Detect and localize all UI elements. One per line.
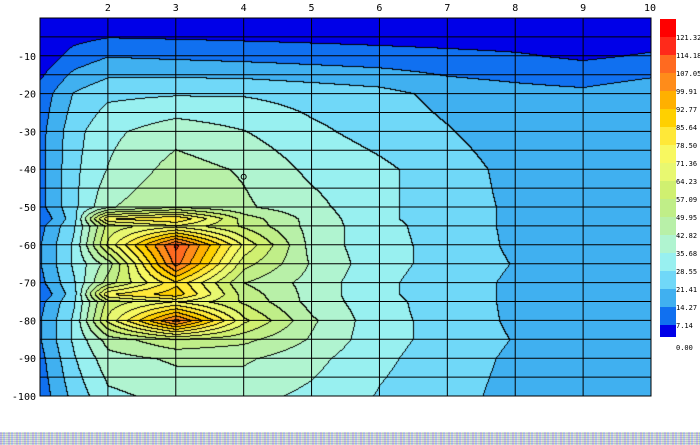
colorbar-label: 49.95 [676,214,697,222]
colorbar-label: 85.64 [676,124,697,132]
colorbar-label: 14.27 [676,304,697,312]
colorbar-label: 57.09 [676,196,697,204]
colorbar-swatch [660,253,676,271]
colorbar-label: 78.50 [676,142,697,150]
colorbar-swatch [660,289,676,307]
y-tick-label: -90 [18,354,36,365]
y-tick-label: -70 [18,279,36,290]
colorbar-swatch [660,235,676,253]
colorbar-swatch [660,325,676,337]
colorbar-label: 28.55 [676,268,697,276]
y-tick-label: -50 [18,203,36,214]
y-tick-label: -80 [18,316,36,327]
noise-strip [0,432,700,445]
colorbar-label: 99.91 [676,88,697,96]
contour-chart: 2 3 4 5 6 7 8 9 10 -10-20-30-40-50-60-70-80-90-1… [12,3,700,403]
y-tick-label: -20 [18,90,36,101]
x-tick-label: 9 [580,3,586,14]
x-tick-label: 4 [241,3,247,14]
y-axis-ticks: -10 -20 -30 -40 -50 -60 -70 -80 -90 -100 [12,52,36,403]
colorbar-label: 0.00 [676,344,693,352]
grid-lines [39,17,652,397]
x-tick-label: 2 [105,3,111,14]
y-tick-label: -40 [18,165,36,176]
colorbar-label: 92.77 [676,106,697,114]
colorbar-swatch [660,37,676,55]
colorbar-swatch [660,181,676,199]
colorbar-swatch [660,55,676,73]
colorbar-swatch [660,199,676,217]
colorbar-swatch [660,109,676,127]
y-tick-label: -30 [18,127,36,138]
colorbar-label: 35.68 [676,250,697,258]
x-tick-label: 8 [512,3,518,14]
colorbar-swatch [660,271,676,289]
y-tick-label: -100 [12,392,36,403]
x-tick-label: 10 [644,3,656,14]
colorbar-label: 71.36 [676,160,697,168]
colorbar-swatch [660,91,676,109]
colorbar-label: 64.23 [676,178,697,186]
colorbar-label: 21.41 [676,286,697,294]
colorbar-swatch [660,73,676,91]
colorbar-swatch [660,163,676,181]
x-tick-label: 7 [444,3,450,14]
colorbar-label: 114.18 [676,52,700,60]
y-tick-label: -60 [18,241,36,252]
colorbar-swatch [660,127,676,145]
colorbar-label: 7.14 [676,322,693,330]
x-tick-label: 5 [309,3,315,14]
x-axis-ticks: 2 3 4 5 6 7 8 9 10 [105,3,656,14]
colorbar-swatch [660,19,676,37]
x-tick-label: 3 [173,3,179,14]
y-tick-label: -10 [18,52,36,63]
colorbar-label: 121.32 [676,34,700,42]
colorbar-swatch [660,307,676,325]
colorbar-label: 107.05 [676,70,700,78]
colorbar-swatch [660,217,676,235]
colorbar-swatch [660,145,676,163]
colorbar-legend: 121.32 114.18 107.05 99.91 92.77 85.64 78.50 71… [660,19,700,352]
x-tick-label: 6 [376,3,382,14]
colorbar-label: 42.82 [676,232,697,240]
